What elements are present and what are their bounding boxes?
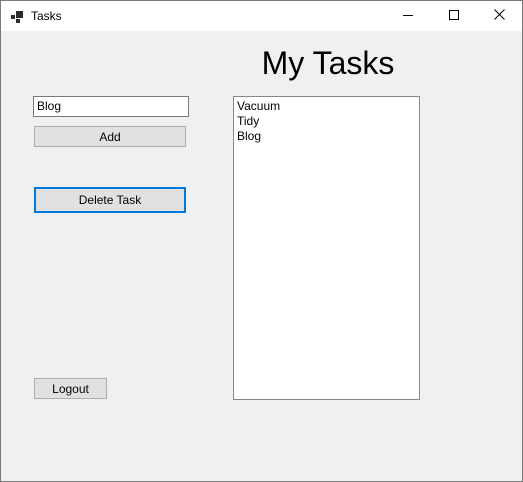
page-title: My Tasks (261, 45, 395, 81)
app-window-icon (11, 10, 23, 23)
maximize-button[interactable] (431, 1, 477, 31)
title-bar[interactable]: Tasks (1, 1, 522, 31)
add-button[interactable]: Add (34, 126, 186, 147)
tasks-window: Tasks My Tasks A (0, 0, 523, 482)
task-list[interactable]: Vacuum Tidy Blog (233, 96, 420, 400)
logout-button[interactable]: Logout (34, 378, 107, 399)
list-item[interactable]: Tidy (234, 114, 419, 129)
task-input[interactable] (33, 96, 189, 117)
minimize-button[interactable] (385, 1, 431, 31)
window-title: Tasks (31, 9, 62, 23)
minimize-icon (403, 7, 413, 25)
close-icon (493, 7, 505, 25)
maximize-icon (449, 7, 459, 25)
list-item[interactable]: Blog (234, 129, 419, 144)
list-item[interactable]: Vacuum (234, 99, 419, 114)
close-button[interactable] (476, 1, 522, 31)
delete-task-button[interactable]: Delete Task (34, 187, 186, 213)
